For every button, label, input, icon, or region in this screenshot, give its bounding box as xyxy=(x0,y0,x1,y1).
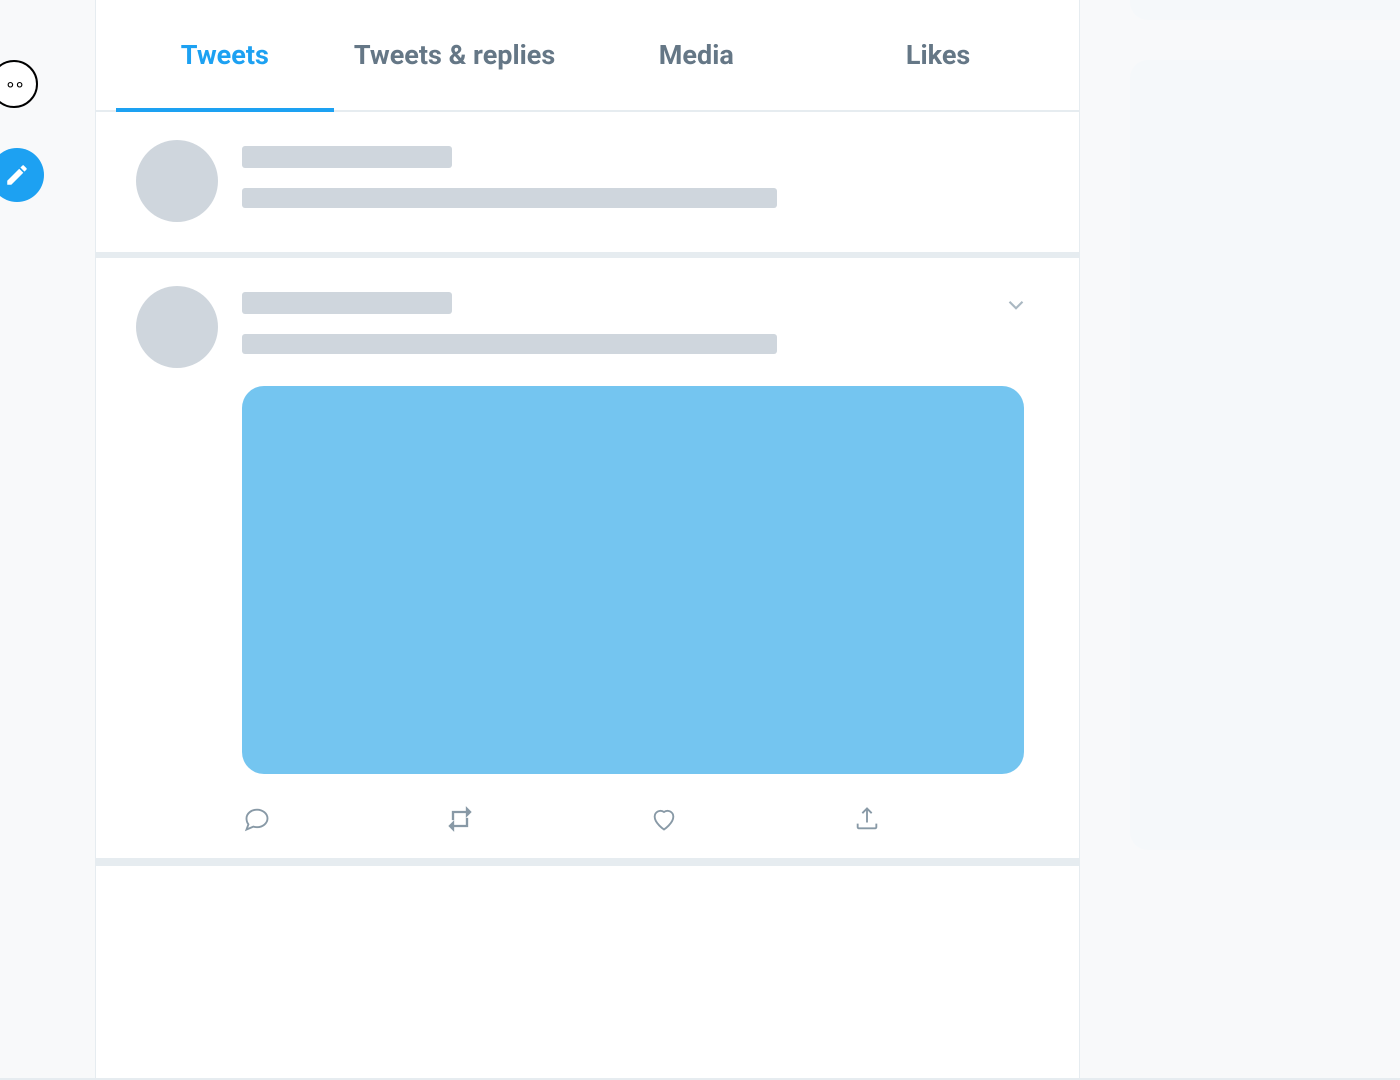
placeholder-line xyxy=(242,334,777,354)
heart-icon xyxy=(650,805,678,833)
tab-likes[interactable]: Likes xyxy=(817,0,1059,110)
share-button[interactable] xyxy=(852,804,882,834)
tweet-text-placeholder xyxy=(242,286,1039,374)
placeholder-line xyxy=(242,292,452,314)
tab-tweets-replies[interactable]: Tweets & replies xyxy=(334,0,576,110)
tab-label: Tweets xyxy=(181,39,269,71)
retweet-icon xyxy=(446,805,474,833)
reply-icon xyxy=(243,805,271,833)
compose-icon xyxy=(4,162,30,188)
retweet-button[interactable] xyxy=(445,804,475,834)
sidebar-placeholder xyxy=(1130,0,1400,20)
tab-tweets[interactable]: Tweets xyxy=(116,0,334,110)
tab-label: Media xyxy=(659,39,734,71)
left-nav: ∘∘ xyxy=(0,60,40,202)
like-button[interactable] xyxy=(649,804,679,834)
more-icon: ∘∘ xyxy=(5,74,24,95)
placeholder-line xyxy=(242,188,777,208)
right-sidebar xyxy=(1130,0,1400,850)
tweet-skeleton[interactable] xyxy=(96,258,1079,860)
compose-tweet-button[interactable] xyxy=(0,148,44,202)
tab-label: Tweets & replies xyxy=(354,39,555,71)
tweet-actions xyxy=(242,804,882,834)
main-column: Tweets Tweets & replies Media Likes xyxy=(95,0,1080,1080)
avatar-placeholder xyxy=(136,286,218,368)
tweet-text-placeholder xyxy=(242,140,1039,228)
more-nav-button[interactable]: ∘∘ xyxy=(0,60,38,108)
reply-button[interactable] xyxy=(242,804,272,834)
tweet-skeleton[interactable] xyxy=(96,112,1079,258)
profile-tabs: Tweets Tweets & replies Media Likes xyxy=(96,0,1079,112)
sidebar-placeholder xyxy=(1130,60,1400,850)
tab-media[interactable]: Media xyxy=(575,0,817,110)
tweet-media-placeholder[interactable] xyxy=(242,386,1024,774)
avatar-placeholder xyxy=(136,140,218,222)
timeline-divider xyxy=(96,860,1079,866)
tweet-menu-button[interactable] xyxy=(1003,292,1029,322)
share-icon xyxy=(853,805,881,833)
tab-label: Likes xyxy=(906,39,970,71)
chevron-down-icon xyxy=(1003,292,1029,318)
placeholder-line xyxy=(242,146,452,168)
